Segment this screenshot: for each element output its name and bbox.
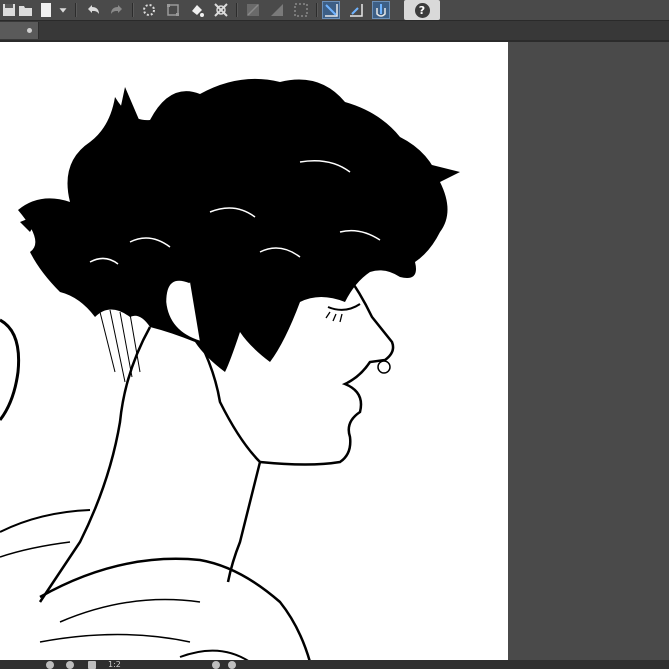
document-tab-strip [0, 21, 669, 40]
redo-icon[interactable] [108, 1, 126, 19]
snap-icon[interactable] [292, 1, 310, 19]
toolbar-separator [236, 3, 238, 17]
canvas-paper[interactable] [0, 42, 508, 662]
status-bar: 1:2 [0, 660, 669, 669]
zoom-out-icon[interactable] [46, 661, 54, 669]
mesh-icon[interactable] [212, 1, 230, 19]
new-icon[interactable] [37, 1, 55, 19]
select-all-icon[interactable] [140, 1, 158, 19]
toolbar-separator [132, 3, 134, 17]
page-icon[interactable] [88, 661, 96, 669]
help-button[interactable]: ? [404, 0, 440, 20]
open-icon[interactable] [17, 1, 35, 19]
rotate-right-icon[interactable] [228, 661, 236, 669]
fill-icon[interactable] [188, 1, 206, 19]
transform-icon[interactable] [164, 1, 182, 19]
fill-gray-icon[interactable] [268, 1, 286, 19]
help-icon: ? [414, 2, 430, 18]
undo-icon[interactable] [84, 1, 102, 19]
canvas-workspace[interactable] [0, 42, 669, 662]
toolbar-separator [316, 3, 318, 17]
main-toolbar: ? [0, 0, 669, 21]
artwork-illustration [0, 78, 460, 662]
perspective-snap-icon[interactable] [372, 1, 390, 19]
page-label: 1:2 [108, 660, 121, 669]
ruler-snap-icon[interactable] [322, 1, 340, 19]
zoom-in-icon[interactable] [66, 661, 74, 669]
document-tab[interactable] [0, 22, 39, 39]
unsaved-dot-icon [27, 28, 32, 33]
special-ruler-icon[interactable] [347, 1, 365, 19]
toolbar-separator [75, 3, 77, 17]
rotate-left-icon[interactable] [212, 661, 220, 669]
save-icon[interactable] [0, 1, 18, 19]
dropdown-icon[interactable] [56, 1, 70, 19]
clear-icon[interactable] [244, 1, 262, 19]
